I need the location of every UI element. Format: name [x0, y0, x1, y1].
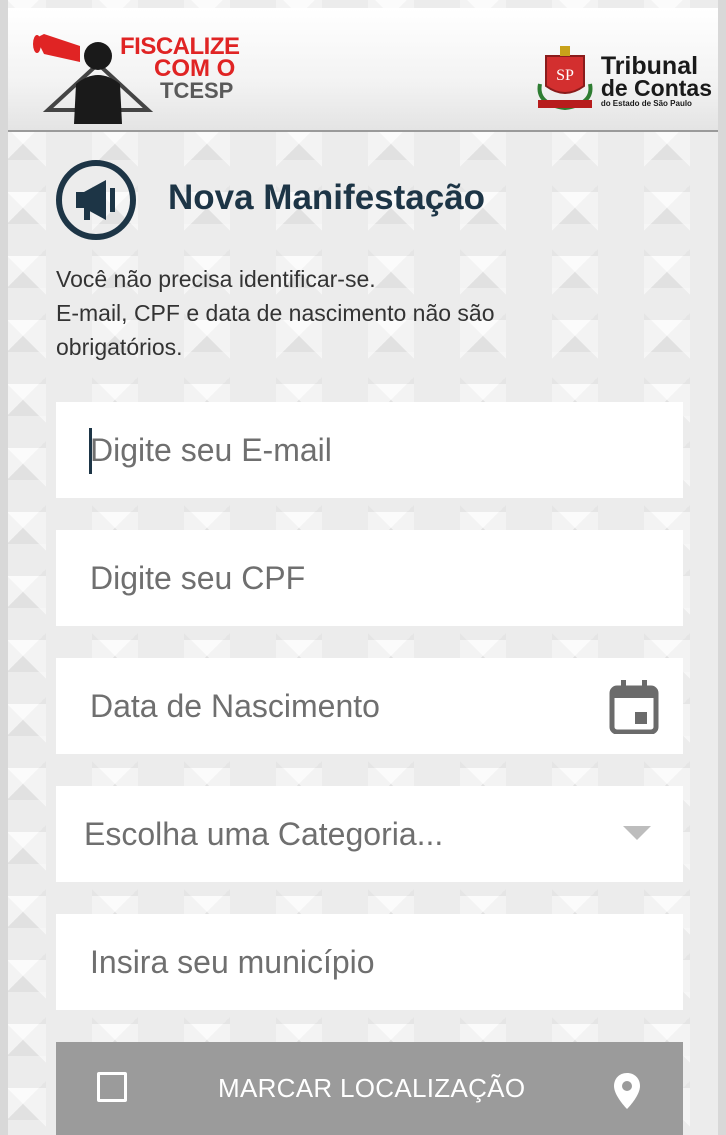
birth-date-field-container	[56, 658, 683, 754]
tribunal-logo-text: Tribunal de Contas do Estado de São Paul…	[601, 54, 712, 110]
calendar-icon[interactable]	[609, 680, 659, 734]
brand-line-2: COM O	[154, 55, 236, 82]
mark-location-button[interactable]: MARCAR LOCALIZAÇÃO	[56, 1042, 683, 1135]
page-title: Nova Manifestação	[168, 178, 486, 217]
cpf-field[interactable]	[56, 530, 683, 626]
email-field-container	[56, 402, 683, 498]
fiscalize-logo-text: FISCALIZE COM O TCESP	[120, 35, 240, 103]
svg-text:SP: SP	[556, 67, 574, 84]
birth-date-field[interactable]	[56, 658, 683, 754]
app-header: FISCALIZE COM O TCESP SP Tribunal de Con…	[8, 8, 718, 132]
right-border	[718, 0, 726, 1135]
info-line-2: E-mail, CPF e data de nascimento não são	[56, 300, 495, 326]
city-field-container	[56, 914, 683, 1010]
email-field[interactable]	[56, 402, 683, 498]
dropdown-triangle-icon	[623, 826, 651, 840]
brand-line-3: TCESP	[160, 78, 234, 103]
info-text: Você não precisa identificar-se. E-mail,…	[56, 262, 656, 364]
megaphone-icon	[56, 160, 136, 240]
org-line-2: de Contas	[600, 75, 712, 101]
left-border	[0, 0, 8, 1135]
mark-location-label: MARCAR LOCALIZAÇÃO	[218, 1073, 526, 1103]
text-cursor	[89, 428, 92, 474]
info-line-3: obrigatórios.	[56, 334, 183, 360]
sp-seal-icon: SP	[537, 46, 593, 111]
city-field[interactable]	[56, 914, 683, 1010]
location-pin-icon	[614, 1073, 640, 1109]
cpf-field-container	[56, 530, 683, 626]
location-checkbox[interactable]	[97, 1072, 127, 1102]
category-select[interactable]: Escolha uma Categoria...	[56, 786, 683, 882]
category-select-label: Escolha uma Categoria...	[84, 816, 444, 852]
info-line-1: Você não precisa identificar-se.	[56, 266, 376, 292]
